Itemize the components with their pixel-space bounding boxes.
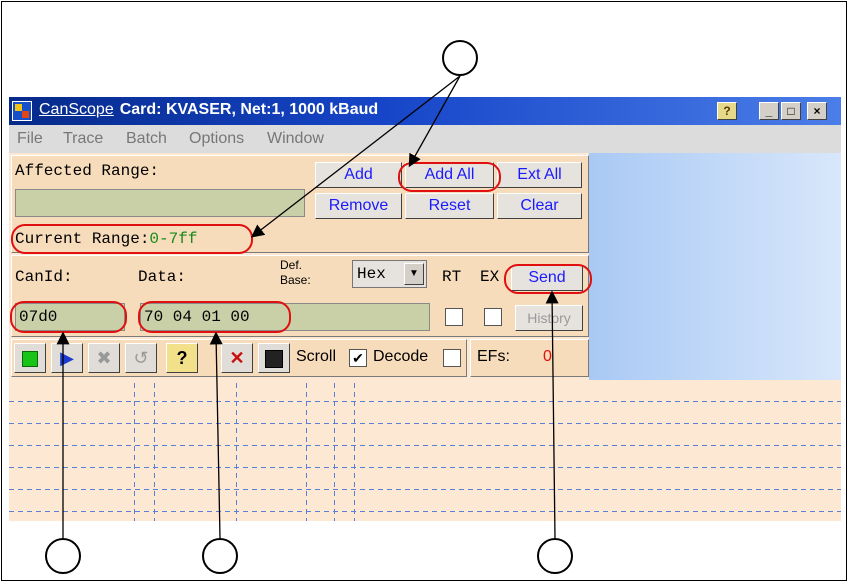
arrow-to-add-all	[408, 75, 461, 168]
arrow-to-current-range	[250, 75, 461, 238]
arrow-to-data	[209, 331, 223, 539]
annotation-arrows	[56, 75, 559, 539]
arrow-to-send	[545, 290, 559, 539]
